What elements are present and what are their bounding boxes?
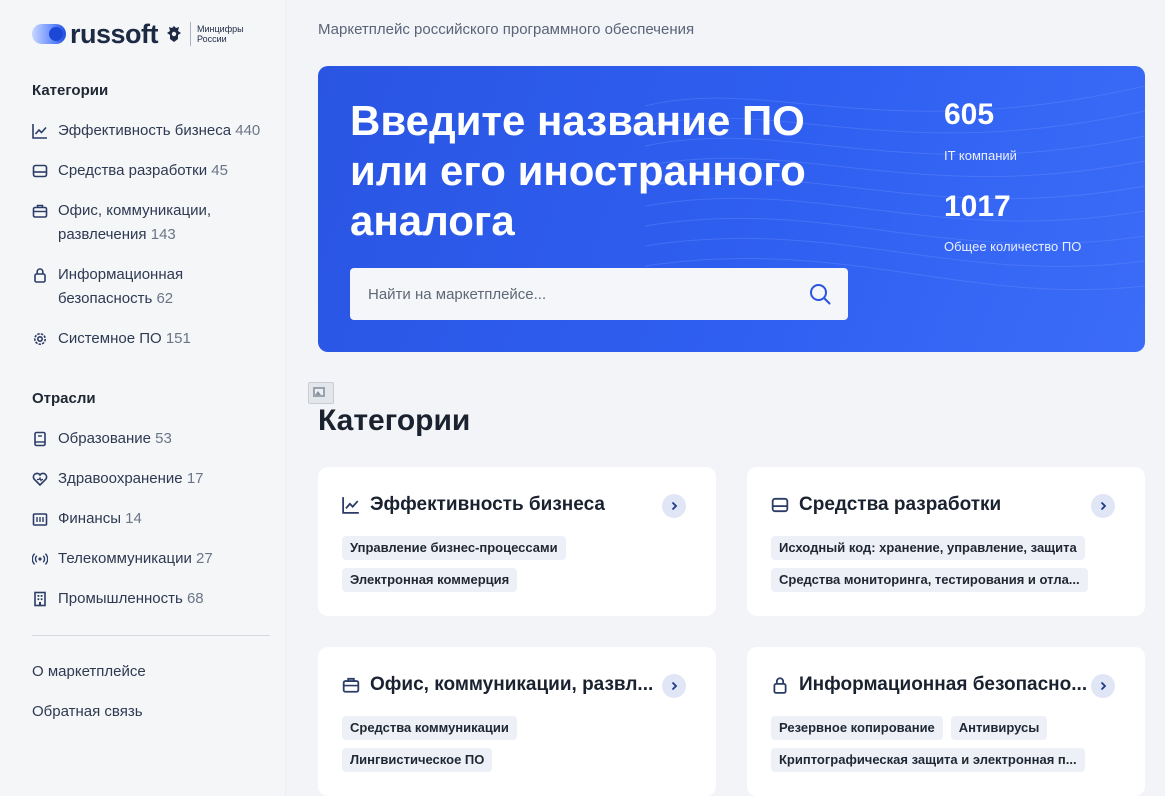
tag[interactable]: Резервное копирование (771, 716, 943, 740)
hero-banner: Введите название ПО или его иностранного… (318, 66, 1145, 352)
sidebar: russoft Минцифры России Категории Эффекти… (0, 0, 286, 796)
lock-icon (34, 268, 46, 283)
card-arrow-button[interactable] (662, 674, 686, 698)
sidebar-item-finance[interactable]: Финансы 14 (32, 507, 277, 531)
logo[interactable]: russoft Минцифры России (32, 18, 244, 50)
briefcase-icon (32, 204, 48, 218)
bank-icon (32, 513, 48, 526)
tag[interactable]: Лингвистическое ПО (342, 748, 493, 772)
logo-mark-icon (32, 24, 66, 44)
software-label: Общее количество ПО (944, 239, 1082, 254)
search-box (350, 268, 848, 320)
book-icon (34, 431, 46, 447)
sidebar-item-education[interactable]: Образование 53 (32, 427, 277, 451)
card-arrow-button[interactable] (1091, 674, 1115, 698)
logo-separator (190, 22, 192, 46)
sidebar-item-system[interactable]: Системное ПО 151 (32, 327, 277, 351)
chevron-right-icon (1100, 501, 1107, 511)
card-arrow-button[interactable] (662, 494, 686, 518)
antenna-icon (32, 553, 48, 565)
sidebar-item-healthcare[interactable]: Здравоохранение 17 (32, 467, 277, 491)
chart-line-icon (342, 497, 359, 514)
tag[interactable]: Средства коммуникации (342, 716, 517, 740)
category-card-dev-tools[interactable]: Средства разработки Исходный код: хранен… (747, 467, 1145, 616)
coat-of-arms-icon (167, 26, 182, 42)
gear-icon (34, 333, 46, 345)
about-link[interactable]: О маркетплейсе (32, 663, 146, 680)
sidebar-item-dev-tools[interactable]: Средства разработки 45 (32, 159, 277, 183)
sidebar-item-security[interactable]: Информационная безопасность 62 (32, 263, 277, 311)
logo-text: russoft (70, 18, 159, 49)
companies-label: IT компаний (944, 148, 1017, 163)
feedback-link[interactable]: Обратная связь (32, 703, 143, 720)
hero-title: Введите название ПО или его иностранного… (350, 97, 806, 244)
tag[interactable]: Антивирусы (950, 716, 1048, 740)
sidebar-divider (32, 635, 270, 636)
software-count: 1017 (944, 190, 1011, 223)
building-icon (34, 591, 46, 607)
tag[interactable]: Средства мониторинга, тестирования и отл… (771, 568, 1088, 592)
sidebar-item-office[interactable]: Офис, коммуникации, развлечения 143 (32, 199, 277, 247)
lock-icon (773, 677, 787, 694)
categories-heading: Категории (32, 82, 109, 99)
categories-section-title: Категории (318, 404, 471, 437)
chevron-right-icon (1100, 681, 1107, 691)
tag[interactable]: Исходный код: хранение, управление, защи… (771, 536, 1085, 560)
sidebar-item-industry[interactable]: Промышленность 68 (32, 587, 277, 611)
page-caption: Маркетплейс российского программного обе… (318, 21, 695, 38)
category-card-security[interactable]: Информационная безопасно... Резервное ко… (747, 647, 1145, 796)
card-title: Информационная безопасно... (799, 674, 1088, 695)
server-icon (771, 497, 789, 513)
chevron-right-icon (671, 681, 678, 691)
category-card-business[interactable]: Эффективность бизнеса Управление бизнес-… (318, 467, 716, 616)
sidebar-item-business[interactable]: Эффективность бизнеса 440 (32, 119, 277, 143)
companies-count: 605 (944, 98, 995, 131)
heart-icon (32, 472, 48, 487)
card-title: Эффективность бизнеса (370, 494, 605, 515)
broken-image-icon (308, 382, 334, 404)
briefcase-icon (342, 677, 360, 693)
industries-heading: Отрасли (32, 390, 96, 407)
card-arrow-button[interactable] (1091, 494, 1115, 518)
server-icon (32, 164, 48, 178)
ministry-label: Минцифры России (197, 24, 244, 44)
chart-line-icon (32, 124, 47, 139)
chevron-right-icon (671, 501, 678, 511)
search-input[interactable] (350, 268, 790, 320)
tag[interactable]: Электронная коммерция (342, 568, 518, 592)
card-title: Средства разработки (799, 494, 1002, 515)
search-icon[interactable] (808, 282, 832, 306)
card-title: Офис, коммуникации, развл... (370, 674, 654, 695)
tag[interactable]: Управление бизнес-процессами (342, 536, 566, 560)
tag[interactable]: Криптографическая защита и электронная п… (771, 748, 1085, 772)
category-card-office[interactable]: Офис, коммуникации, развл... Средства ко… (318, 647, 716, 796)
sidebar-item-telecom[interactable]: Телекоммуникации 27 (32, 547, 277, 571)
